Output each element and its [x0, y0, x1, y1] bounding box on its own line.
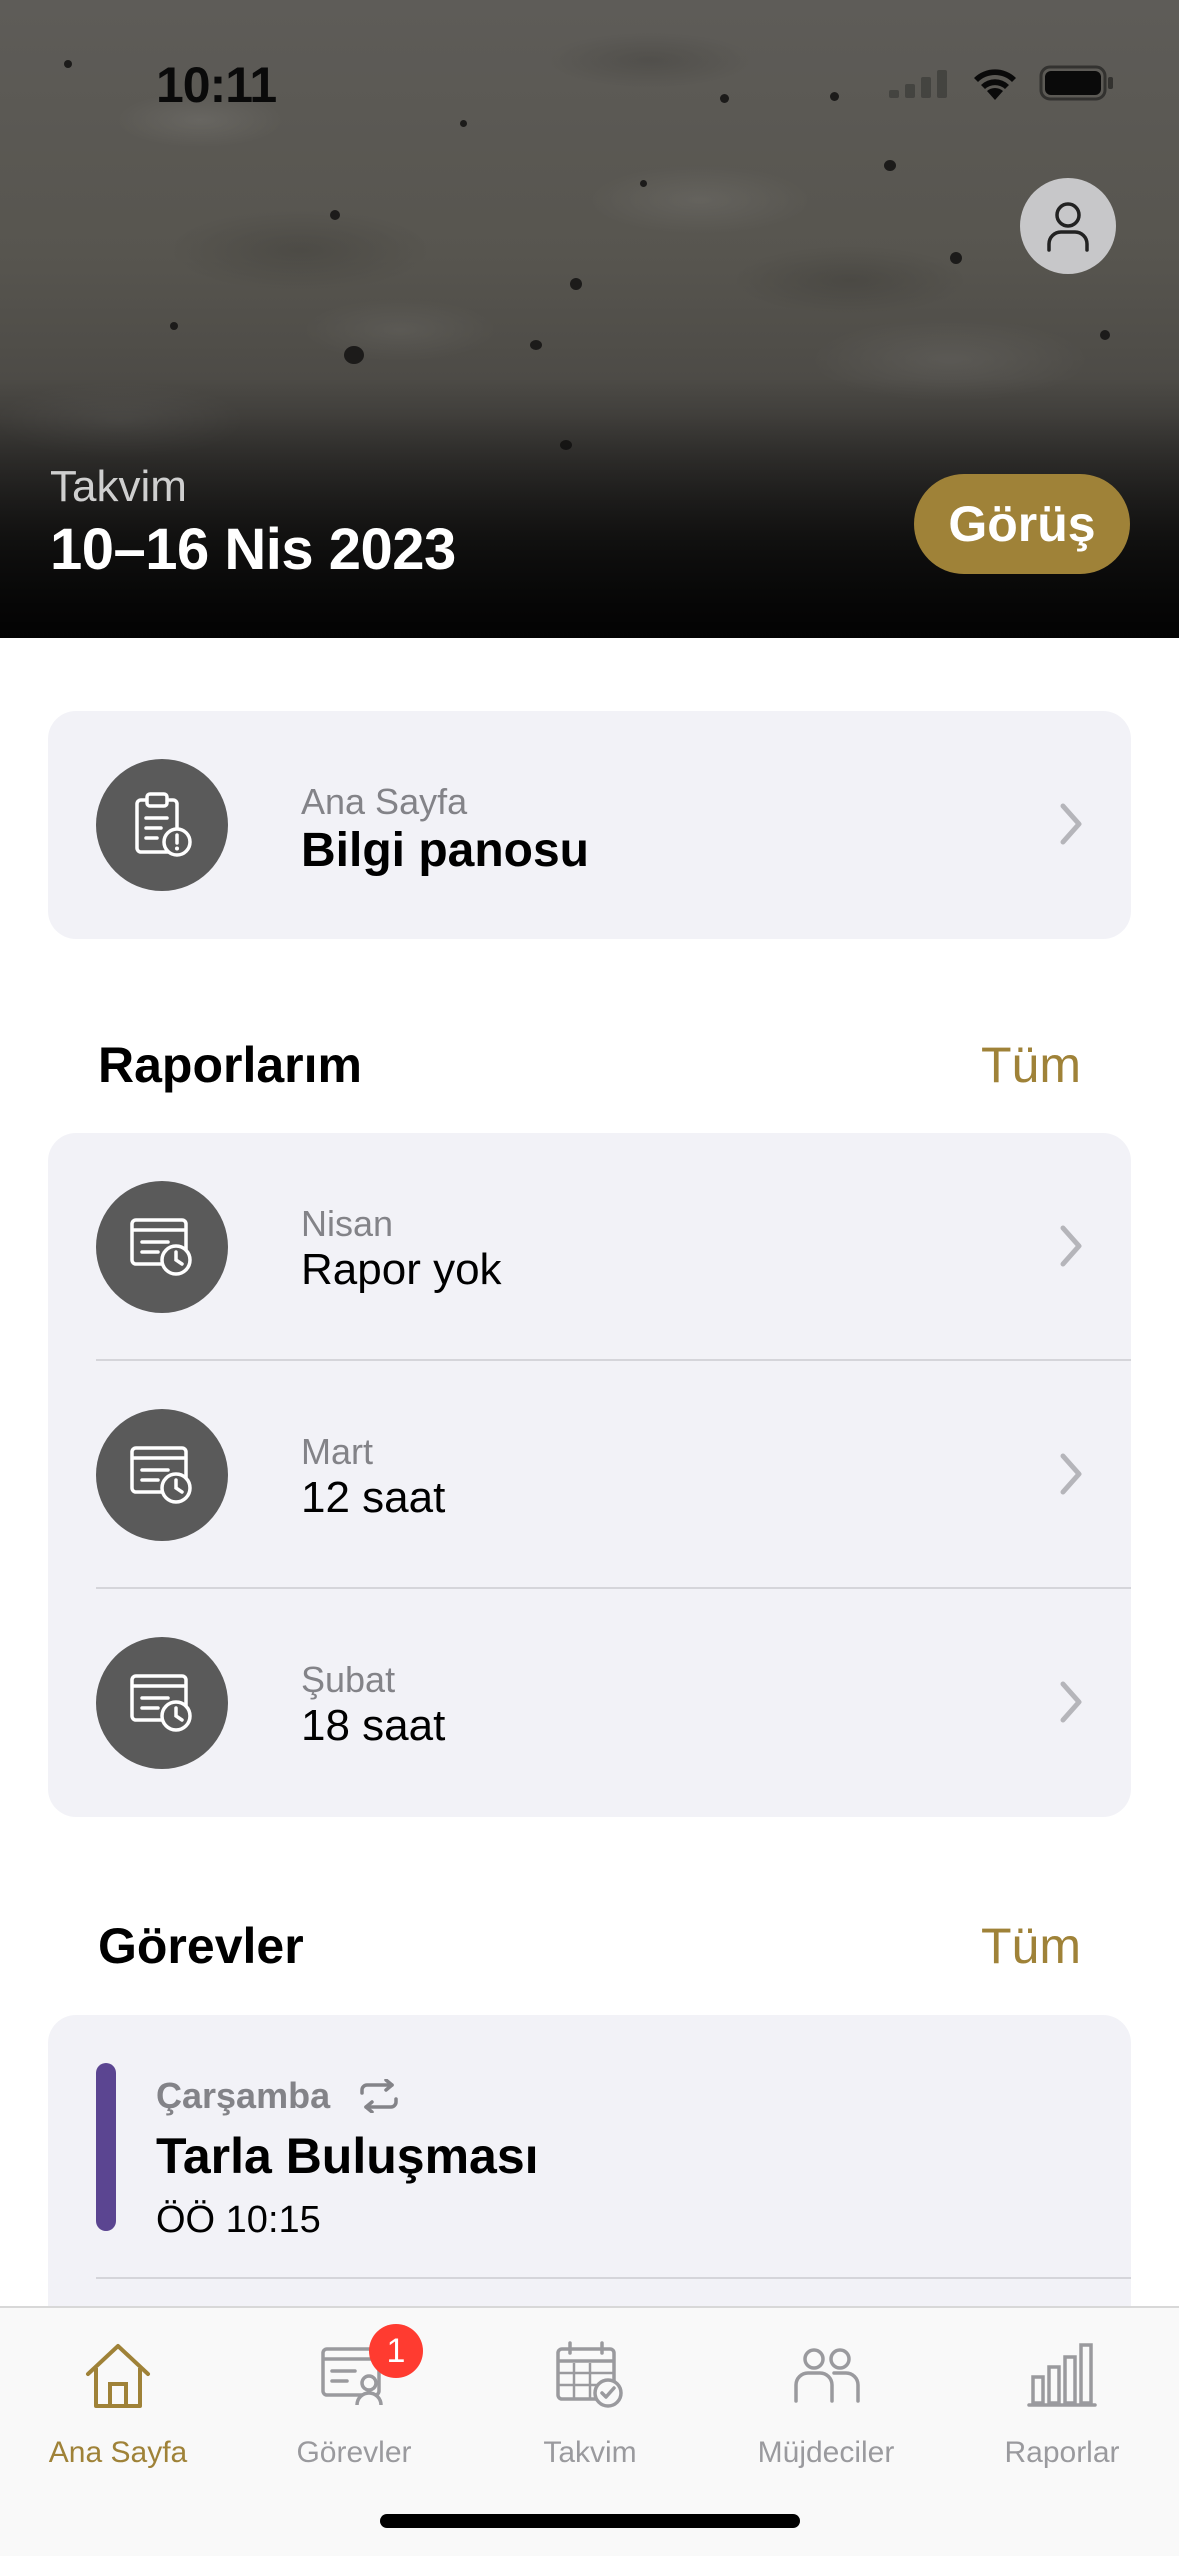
task-title: Tarla Buluşması: [156, 2128, 539, 2184]
tab-publishers[interactable]: Müjdeciler: [708, 2330, 944, 2480]
reports-card: Nisan Rapor yok Mart 12 saat Şubat 18 sa…: [48, 1133, 1131, 1817]
chevron-right-icon: [1060, 803, 1082, 845]
task-time: ÖÖ 10:15: [156, 2199, 321, 2241]
tab-reports[interactable]: Raporlar: [944, 2330, 1179, 2480]
tasks-badge: 1: [369, 2324, 423, 2378]
report-row[interactable]: Nisan Rapor yok: [48, 1133, 1131, 1361]
profile-button[interactable]: [1020, 178, 1116, 274]
reports-section-title: Raporlarım: [98, 1037, 362, 1093]
dashboard-subtitle: Ana Sayfa: [301, 781, 468, 822]
calendar-check-icon: [554, 2330, 626, 2420]
task-color-bar: [96, 2063, 116, 2231]
report-clock-icon: [96, 1637, 228, 1769]
task-day: Çarşamba: [156, 2075, 331, 2116]
report-value: 12 saat: [301, 1473, 446, 1522]
cellular-icon: [889, 70, 947, 98]
repeat-icon: [360, 2079, 398, 2113]
tab-label: Ana Sayfa: [48, 2436, 188, 2469]
tab-home[interactable]: Ana Sayfa: [0, 2330, 236, 2480]
task-item[interactable]: Çarşamba Tarla Buluşması ÖÖ 10:15: [48, 2015, 1131, 2279]
home-icon: [82, 2330, 154, 2420]
tab-label: Raporlar: [1004, 2436, 1120, 2469]
report-value: 18 saat: [301, 1701, 446, 1750]
view-button[interactable]: Görüş: [914, 474, 1130, 574]
report-value: Rapor yok: [301, 1245, 502, 1294]
report-month: Mart: [301, 1431, 373, 1472]
people-icon: [790, 2330, 862, 2420]
task-day-line: Çarşamba: [156, 2075, 400, 2117]
tab-tasks[interactable]: 1 Görevler: [236, 2324, 472, 2480]
chevron-right-icon: [1060, 1681, 1082, 1723]
wifi-icon: [974, 69, 1016, 100]
home-indicator: [380, 2514, 800, 2528]
report-clock-icon: [96, 1181, 228, 1313]
dashboard-card[interactable]: Ana Sayfa Bilgi panosu: [48, 711, 1131, 939]
report-row[interactable]: Mart 12 saat: [48, 1361, 1131, 1589]
tasks-icon: 1: [319, 2324, 423, 2420]
divider: [96, 2277, 1131, 2279]
report-month: Şubat: [301, 1659, 396, 1700]
tab-label: Müjdeciler: [757, 2436, 895, 2469]
status-icons: [889, 64, 1115, 102]
tasks-all-link[interactable]: Tüm: [981, 1917, 1081, 1975]
tab-calendar[interactable]: Takvim: [472, 2330, 708, 2480]
bar-chart-icon: [1027, 2330, 1097, 2420]
report-clock-icon: [96, 1409, 228, 1541]
report-row[interactable]: Şubat 18 saat: [48, 1589, 1131, 1817]
date-range: 10–16 Nis 2023: [50, 517, 456, 582]
tab-label: Görevler: [296, 2436, 412, 2469]
tab-label: Takvim: [543, 2436, 637, 2469]
calendar-label: Takvim: [50, 462, 187, 511]
chevron-right-icon: [1060, 1453, 1082, 1495]
reports-all-link[interactable]: Tüm: [981, 1036, 1081, 1094]
chevron-right-icon: [1060, 1225, 1082, 1267]
tasks-card: Çarşamba Tarla Buluşması ÖÖ 10:15: [48, 2015, 1131, 2335]
clipboard-alert-icon: [96, 759, 228, 891]
person-icon: [1047, 202, 1089, 252]
tasks-section-title: Görevler: [98, 1918, 304, 1974]
status-time: 10:11: [156, 57, 277, 113]
battery-icon: [1039, 65, 1113, 101]
report-month: Nisan: [301, 1203, 394, 1244]
dashboard-title: Bilgi panosu: [301, 824, 589, 877]
